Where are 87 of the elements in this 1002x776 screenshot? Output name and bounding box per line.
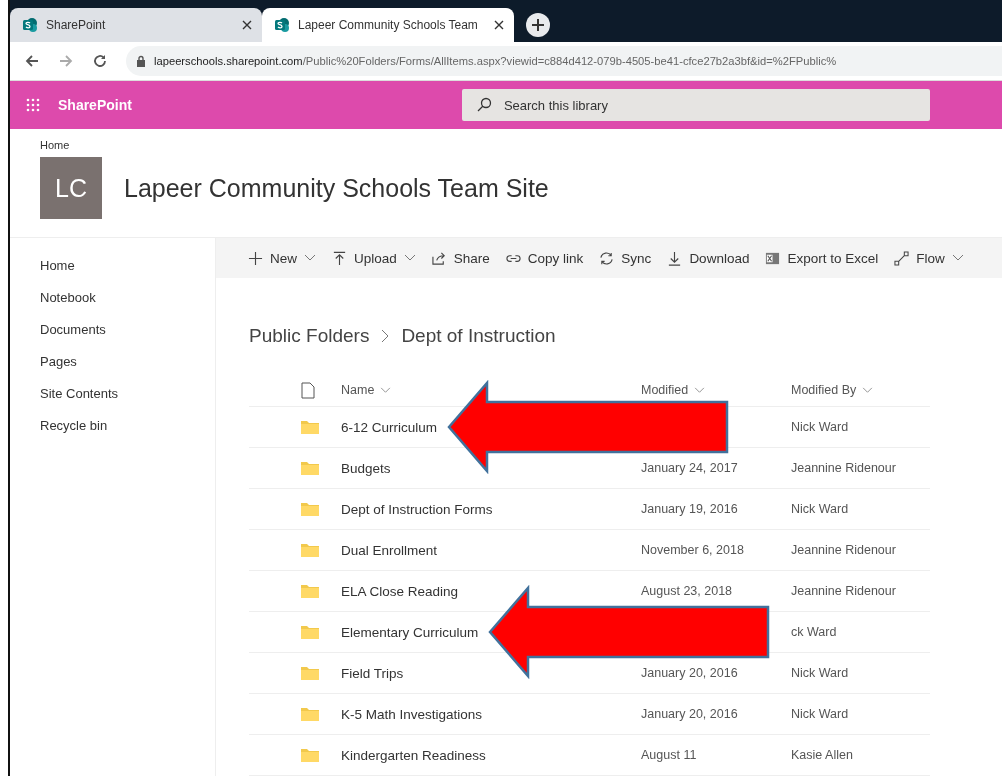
reload-icon[interactable]: [92, 53, 108, 69]
modified-by: Nick Ward: [791, 666, 849, 680]
modified-date: January 20, 2016: [641, 707, 738, 721]
folder-icon: [301, 748, 319, 762]
new-icon: [248, 250, 263, 266]
command-button[interactable]: Flow: [886, 250, 972, 266]
url-domain: lapeerschools.sharepoint.com: [154, 55, 303, 67]
modified-by: ck Ward: [791, 625, 837, 639]
folder-name-link[interactable]: K-5 Math Investigations: [341, 706, 483, 722]
file-type-icon: [301, 381, 315, 399]
folder-name-link[interactable]: Field Trips: [341, 665, 404, 681]
close-icon[interactable]: [494, 20, 504, 30]
modified-date: January 24, 2017: [641, 461, 738, 475]
folder-name-link[interactable]: Budgets: [341, 460, 391, 476]
modified-by: Jeannine Ridenour: [791, 461, 896, 475]
share-icon: [431, 250, 447, 266]
chevron-down-icon: [694, 386, 706, 394]
folder-icon: [301, 502, 319, 516]
close-icon[interactable]: [242, 20, 252, 30]
chevron-down-icon: [380, 386, 392, 394]
upload-icon: [332, 250, 347, 266]
nav-link[interactable]: Documents: [40, 322, 215, 337]
column-header[interactable]: Modified: [641, 383, 689, 397]
breadcrumb-link[interactable]: Public Folders: [249, 325, 370, 347]
back-icon[interactable]: [24, 53, 40, 69]
modified-date: August 11: [641, 748, 697, 762]
modified-date: August 23, 2018: [641, 584, 733, 598]
command-button[interactable]: Upload: [324, 250, 424, 266]
new-tab-icon[interactable]: [526, 13, 550, 37]
search-field[interactable]: Search this library: [461, 89, 930, 121]
modified-by: Nick Ward: [791, 707, 849, 721]
folder-icon: [301, 707, 319, 721]
modified-by: Jeannine Ridenour: [791, 584, 896, 598]
nav-link[interactable]: Notebook: [40, 290, 215, 305]
modified-date: January 19, 2016: [641, 502, 738, 516]
folder-name-link[interactable]: Kindergarten Readiness: [341, 747, 486, 763]
address-field[interactable]: lapeerschools.sharepoint.com/Public%20Folders/Forms/AllItems.aspx?viewid=c884d412-079b-4505-be41-cfce27b2a3bf&id=%2FPublic%: [126, 46, 1002, 76]
folder-icon: [301, 420, 319, 434]
folder-name-link[interactable]: ELA Close Reading: [341, 583, 459, 599]
command-button[interactable]: Sync: [591, 250, 660, 266]
modified-date: November 6, 2018: [641, 543, 744, 557]
folder-name-link[interactable]: 6-12 Curriculum: [341, 419, 438, 435]
nav-link[interactable]: Recycle bin: [40, 418, 215, 433]
lock-icon: [136, 55, 146, 67]
folder-icon: [301, 625, 319, 639]
command-button[interactable]: Share: [423, 250, 498, 266]
modified-date: January 20, 2016: [641, 666, 738, 680]
folder-name-link[interactable]: Dual Enrollment: [341, 542, 438, 558]
app-launcher-icon[interactable]: [26, 98, 40, 112]
sync-icon: [599, 250, 615, 266]
url-path: /Public%20Folders/Forms/AllItems.aspx?viewid=c884d412-079b-4505-be41-cfce27b2a3bf&id=%2FPublic%: [302, 55, 837, 67]
app-name[interactable]: SharePoint: [58, 97, 132, 113]
folder-icon: [301, 666, 319, 680]
browser-tab[interactable]: Lapeer Community Schools Team: [262, 8, 514, 42]
site-title: Lapeer Community Schools Team Site: [124, 173, 549, 203]
folder-icon: [301, 584, 319, 598]
modified-by: Nick Ward: [791, 502, 849, 516]
command-button[interactable]: Download: [659, 250, 758, 266]
chevron-down-icon: [862, 386, 874, 394]
browser-tab[interactable]: SharePoint: [10, 8, 262, 42]
column-header[interactable]: Modified By: [791, 383, 857, 397]
nav-link[interactable]: Pages: [40, 354, 215, 369]
modified-by: Nick Ward: [791, 420, 849, 434]
folder-name-link[interactable]: Dept of Instruction Forms: [341, 501, 493, 517]
modified-by: Kasie Allen: [791, 748, 853, 762]
tab-title: SharePoint: [46, 18, 107, 32]
nav-link[interactable]: Home: [40, 258, 215, 273]
modified-by: Jeannine Ridenour: [791, 543, 896, 557]
download-icon: [667, 250, 683, 266]
command-button[interactable]: Copy link: [497, 250, 592, 266]
tab-title: Lapeer Community Schools Team: [298, 18, 479, 32]
breadcrumb-link[interactable]: Dept of Instruction: [401, 325, 556, 347]
folder-icon: [301, 461, 319, 475]
sharepoint-logo-icon: [22, 17, 38, 33]
folder-name-link[interactable]: Elementary Curriculum: [341, 624, 479, 640]
column-header[interactable]: Name: [341, 383, 375, 397]
folder-icon: [301, 543, 319, 557]
site-logo[interactable]: LC: [40, 157, 102, 219]
excel-icon: [765, 250, 781, 266]
command-button[interactable]: New: [240, 250, 324, 266]
search-icon: [475, 97, 492, 113]
chevron-right-icon: [381, 329, 390, 343]
flow-icon: [894, 250, 910, 266]
site-breadcrumb-link[interactable]: Home: [40, 139, 70, 151]
sharepoint-logo-icon: [274, 17, 290, 33]
command-button[interactable]: Export to Excel: [757, 250, 887, 266]
nav-link[interactable]: Site Contents: [40, 386, 215, 401]
